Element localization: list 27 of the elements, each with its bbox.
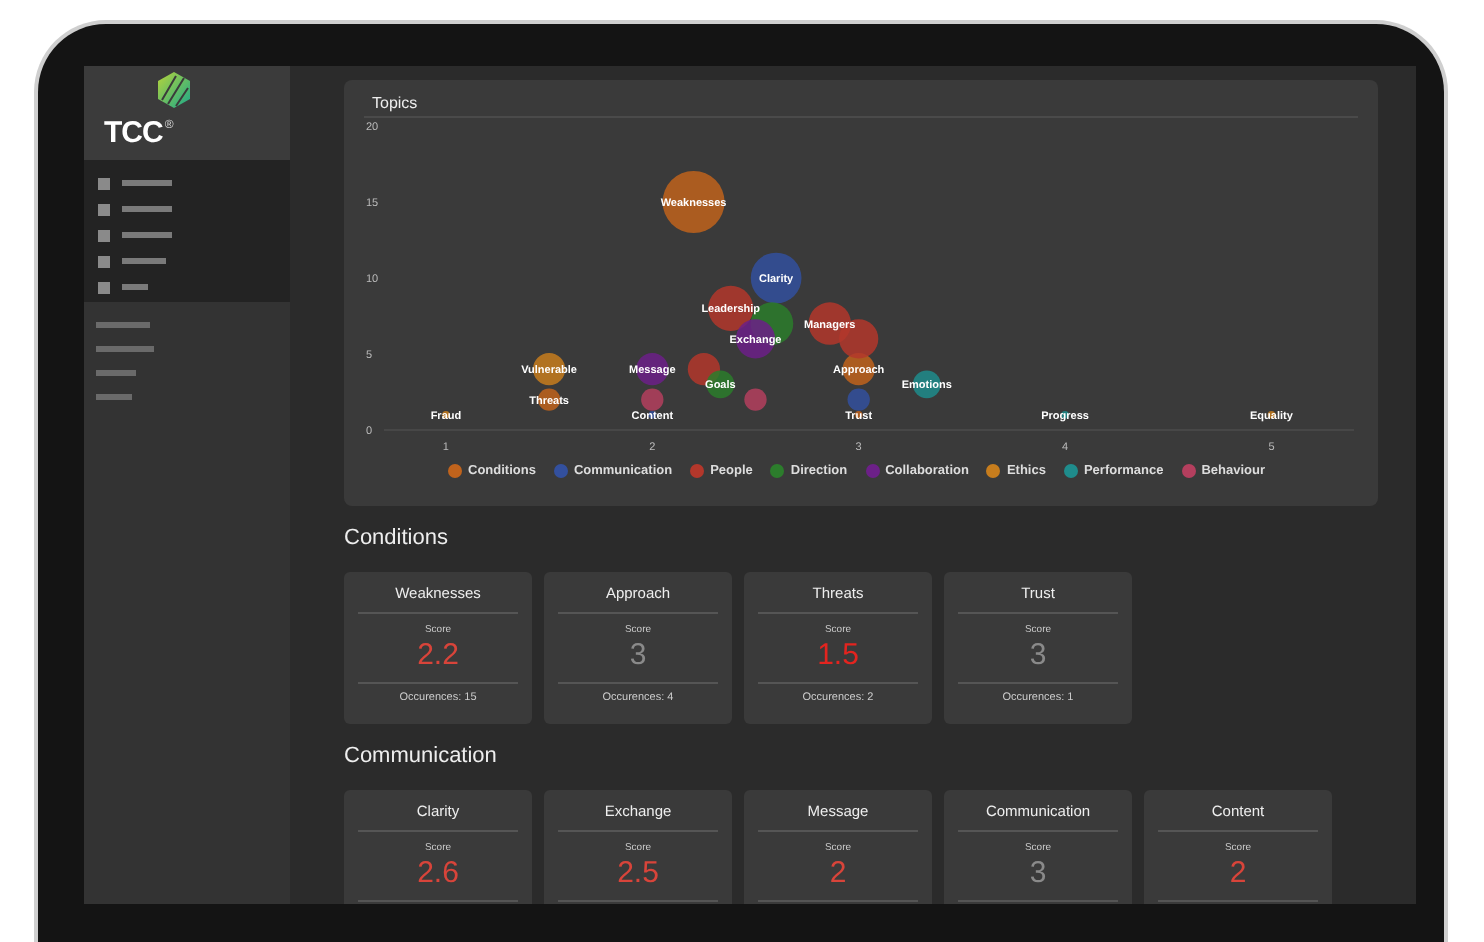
nav-icon <box>98 281 110 293</box>
text-placeholder-line <box>96 394 132 400</box>
nav-icon <box>98 203 110 215</box>
score-value: 3 <box>1029 638 1047 672</box>
score-value: 1.5 <box>817 638 859 672</box>
text-placeholder-line <box>122 232 172 238</box>
hexagon-logo-icon <box>158 72 190 108</box>
logo-text: TCC <box>104 118 163 148</box>
score-value: 3 <box>629 638 647 672</box>
nav-icon <box>98 229 110 241</box>
text-placeholder-line <box>122 206 172 212</box>
text-placeholder-line <box>96 322 150 328</box>
score-value: 2 <box>1229 856 1247 890</box>
text-placeholder-line <box>96 346 154 352</box>
nav-icon <box>98 177 110 189</box>
section-heading: Communication <box>344 744 499 768</box>
text-placeholder-line <box>122 258 166 264</box>
score-value: 2.2 <box>417 638 459 672</box>
text-placeholder-line <box>96 370 136 376</box>
score-value: 2.6 <box>417 856 459 890</box>
nav-icon <box>98 255 110 267</box>
text-placeholder-line <box>122 180 172 186</box>
chart-title: Topics <box>370 92 420 110</box>
score-value: 2 <box>829 856 847 890</box>
score-value: 3 <box>1029 856 1047 890</box>
section-heading: Conditions <box>344 526 450 550</box>
score-value: 2.5 <box>617 856 659 890</box>
